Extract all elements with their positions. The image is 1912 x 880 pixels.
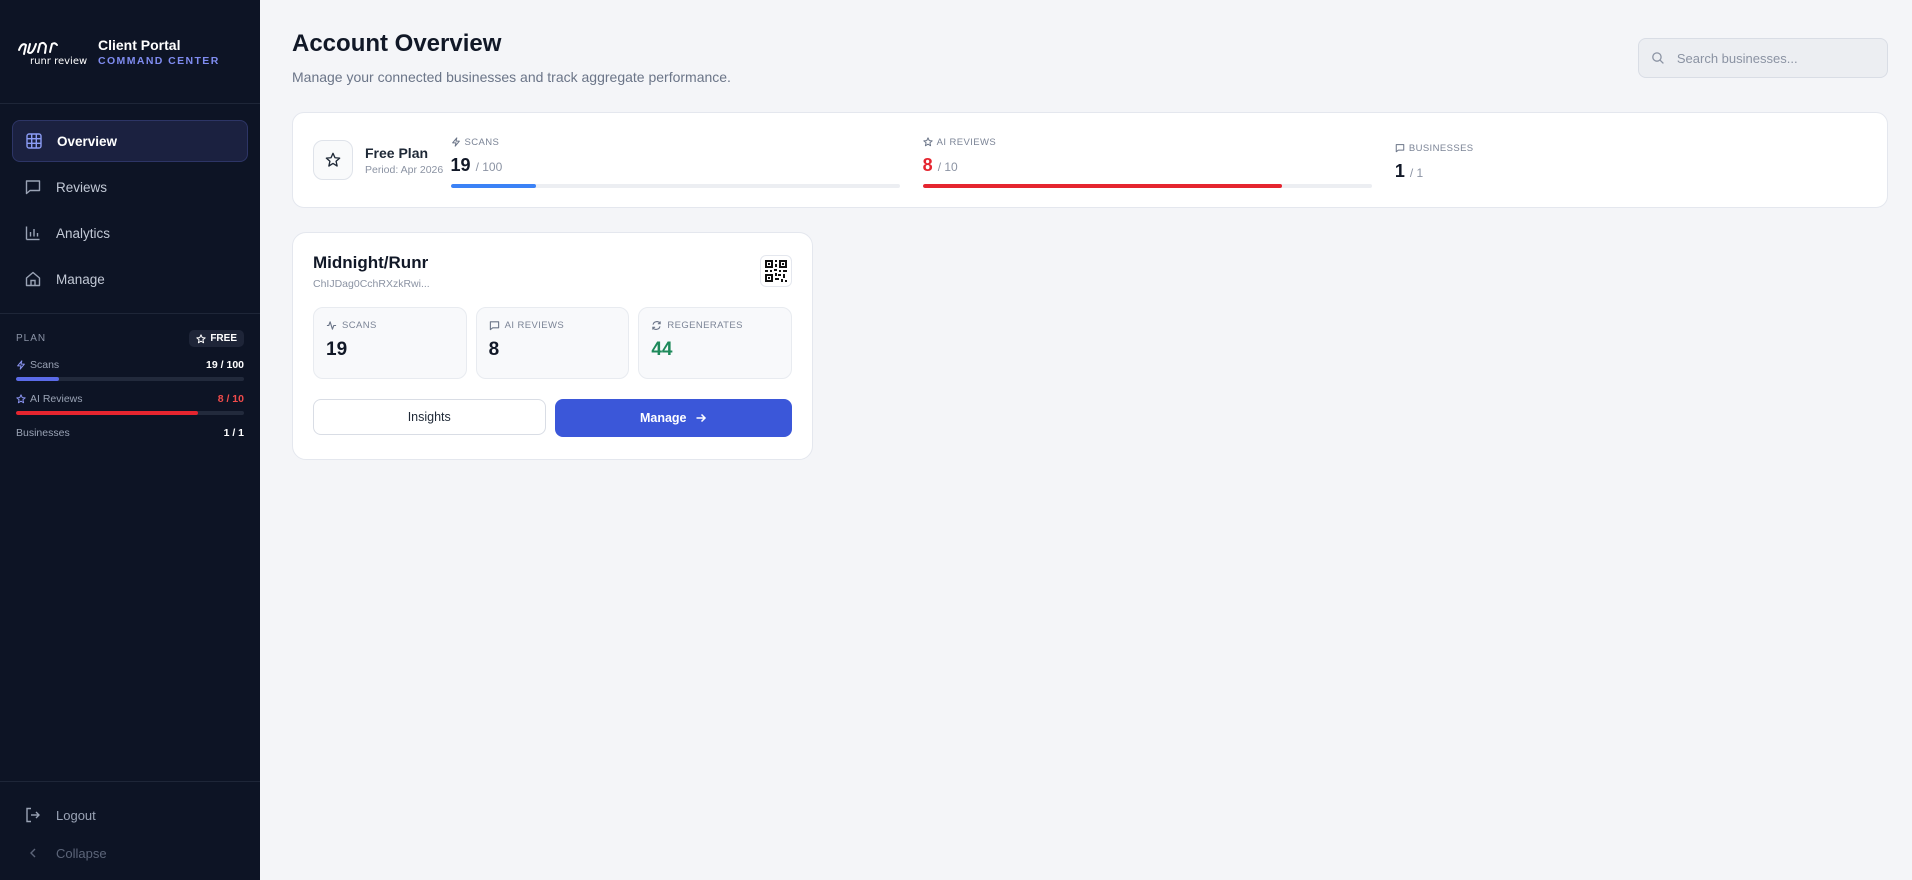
stat-ai-reviews-value: 8 — [488, 339, 500, 360]
nav-item-analytics[interactable]: Analytics — [12, 212, 248, 254]
svg-text:runr review: runr review — [30, 56, 87, 67]
metric-ai-reviews-bar — [922, 183, 1372, 188]
home-icon — [25, 271, 41, 287]
nav-label-reviews: Reviews — [56, 179, 108, 195]
scans-progress-bar — [16, 377, 244, 381]
stat-regenerates-value: 44 — [651, 339, 673, 360]
insights-button[interactable]: Insights — [313, 399, 546, 435]
activity-icon — [326, 321, 337, 330]
star-icon — [325, 152, 341, 167]
search-input[interactable] — [1676, 50, 1875, 66]
sidebar-footer: Logout Collapse — [0, 781, 260, 880]
plan-label: PLAN — [16, 333, 47, 344]
nav-label-analytics: Analytics — [56, 225, 111, 241]
collapse-button[interactable]: Collapse — [12, 834, 248, 872]
nav-label-overview: Overview — [57, 133, 118, 149]
logout-icon — [26, 807, 40, 823]
manage-button[interactable]: Manage — [554, 399, 792, 437]
ai-reviews-usage-value: 8 / 10 — [217, 393, 244, 405]
plan-star-box — [313, 140, 353, 180]
runr-review-logo: runr review — [18, 41, 87, 67]
sidebar-usage-scans: Scans 19 / 100 — [16, 359, 244, 381]
scans-usage-value: 19 / 100 — [206, 359, 244, 371]
brand: runr review Client Portal COMMAND CENTER — [0, 0, 260, 104]
plan-name: Free Plan — [365, 144, 429, 161]
refresh-icon — [652, 321, 662, 330]
sidebar: runr review Client Portal COMMAND CENTER… — [0, 0, 260, 880]
qr-code-icon — [765, 260, 787, 282]
metric-businesses-value: 1 — [1394, 160, 1405, 181]
metric-ai-reviews: AI REVIEWS 8 / 10 — [922, 133, 1372, 188]
nav-label-manage: Manage — [56, 271, 105, 287]
business-name: Midnight/Runr — [313, 253, 429, 272]
star-icon — [16, 394, 26, 404]
stat-regenerates: REGENERATES 44 — [638, 307, 793, 379]
business-stats: SCANS 19 AI REVIEWS 8 REGENERATES 44 — [313, 307, 793, 379]
business-id: ChIJDag0CchRXzkRwi... — [313, 278, 430, 290]
zap-icon — [17, 360, 25, 370]
plan-period: Period: Apr 2026 — [365, 163, 444, 176]
message-square-icon — [1395, 144, 1405, 153]
plan-info: Free Plan Period: Apr 2026 — [313, 140, 451, 180]
main-content: Account Overview Manage your connected b… — [260, 0, 1912, 880]
star-icon — [196, 333, 206, 343]
metric-ai-reviews-value: 8 — [922, 154, 933, 175]
search-icon — [1652, 52, 1664, 64]
ai-reviews-progress-bar — [16, 411, 244, 415]
message-square-icon — [25, 180, 41, 195]
sidebar-usage-ai-reviews: AI Reviews 8 / 10 — [16, 393, 244, 415]
nav-item-reviews[interactable]: Reviews — [12, 166, 248, 208]
metric-scans: SCANS 19 / 100 — [450, 133, 900, 188]
portal-title: Client Portal — [98, 36, 181, 53]
bar-chart-icon — [25, 226, 40, 241]
star-icon — [923, 137, 933, 147]
business-card: Midnight/Runr ChIJDag0CchRXzkRwi... SCAN… — [292, 232, 813, 460]
main-nav: Overview Reviews Analytics Manage — [0, 104, 260, 314]
stat-scans-value: 19 — [326, 339, 348, 360]
business-actions: Insights Manage — [313, 399, 792, 437]
search-box[interactable] — [1638, 38, 1888, 78]
metric-businesses: BUSINESSES 1 / 1 — [1394, 142, 1474, 181]
logout-button[interactable]: Logout — [12, 796, 248, 834]
zap-icon — [451, 137, 460, 147]
sidebar-plan: PLAN FREE Scans 19 / 100 AI Reviews 8 / … — [0, 314, 260, 467]
metric-scans-bar — [450, 183, 900, 188]
stat-scans: SCANS 19 — [313, 307, 467, 379]
message-square-icon — [489, 321, 499, 331]
page-title: Account Overview — [292, 30, 502, 57]
plan-summary-card: Free Plan Period: Apr 2026 SCANS 19 / 10… — [292, 112, 1888, 208]
businesses-usage-value: 1 / 1 — [223, 427, 244, 439]
nav-item-overview[interactable]: Overview — [12, 120, 248, 162]
grid-icon — [26, 133, 42, 149]
chevron-left-icon — [30, 848, 36, 858]
arrow-right-icon — [696, 413, 706, 423]
metric-scans-value: 19 — [450, 154, 471, 175]
portal-subtitle: COMMAND CENTER — [98, 54, 220, 67]
qr-code-button[interactable] — [760, 255, 792, 287]
page-subtitle: Manage your connected businesses and tra… — [292, 69, 731, 85]
plan-badge: FREE — [189, 330, 244, 347]
sidebar-usage-businesses: Businesses 1 / 1 — [16, 427, 244, 439]
nav-item-manage[interactable]: Manage — [12, 258, 248, 300]
stat-ai-reviews: AI REVIEWS 8 — [475, 307, 630, 379]
